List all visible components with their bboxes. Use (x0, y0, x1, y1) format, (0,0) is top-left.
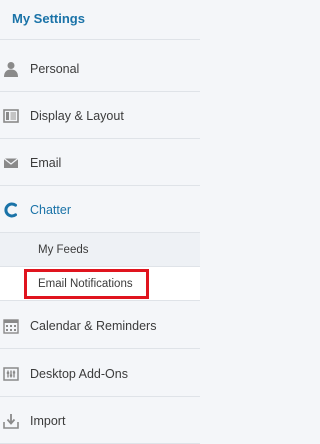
sidebar-item-label: Display & Layout (30, 108, 124, 123)
layout-icon (3, 108, 19, 124)
highlight-annotation-box (24, 269, 149, 299)
sidebar-item-email[interactable]: Email (0, 140, 200, 186)
sidebar-item-label: Import (30, 413, 66, 428)
envelope-icon (3, 155, 19, 171)
sidebar-item-import[interactable]: Import (0, 398, 200, 444)
sidebar-item-label: Email (30, 155, 62, 170)
sidebar-subitem-label: My Feeds (38, 243, 89, 256)
sidebar-header: My Settings (0, 0, 200, 40)
import-icon (3, 413, 19, 429)
sidebar-subitem-my-feeds[interactable]: My Feeds (0, 233, 200, 267)
sidebar-item-display-layout[interactable]: Display & Layout (0, 93, 200, 139)
sidebar-item-chatter[interactable]: Chatter (0, 187, 200, 233)
sidebar-item-label: Calendar & Reminders (30, 318, 157, 333)
sidebar-item-label: Chatter (30, 202, 71, 217)
chatter-icon (3, 202, 19, 218)
person-icon (3, 61, 19, 77)
desktop-addons-icon (3, 366, 19, 382)
calendar-icon (3, 318, 19, 334)
settings-sidebar: My Settings Personal Display & Layout Em… (0, 0, 200, 444)
sidebar-item-label: Desktop Add-Ons (30, 366, 128, 381)
sidebar-item-label: Personal (30, 61, 80, 76)
sidebar-item-calendar-reminders[interactable]: Calendar & Reminders (0, 303, 200, 349)
sidebar-item-personal[interactable]: Personal (0, 46, 200, 92)
page-title: My Settings (12, 11, 85, 26)
sidebar-item-desktop-addons[interactable]: Desktop Add-Ons (0, 351, 200, 397)
